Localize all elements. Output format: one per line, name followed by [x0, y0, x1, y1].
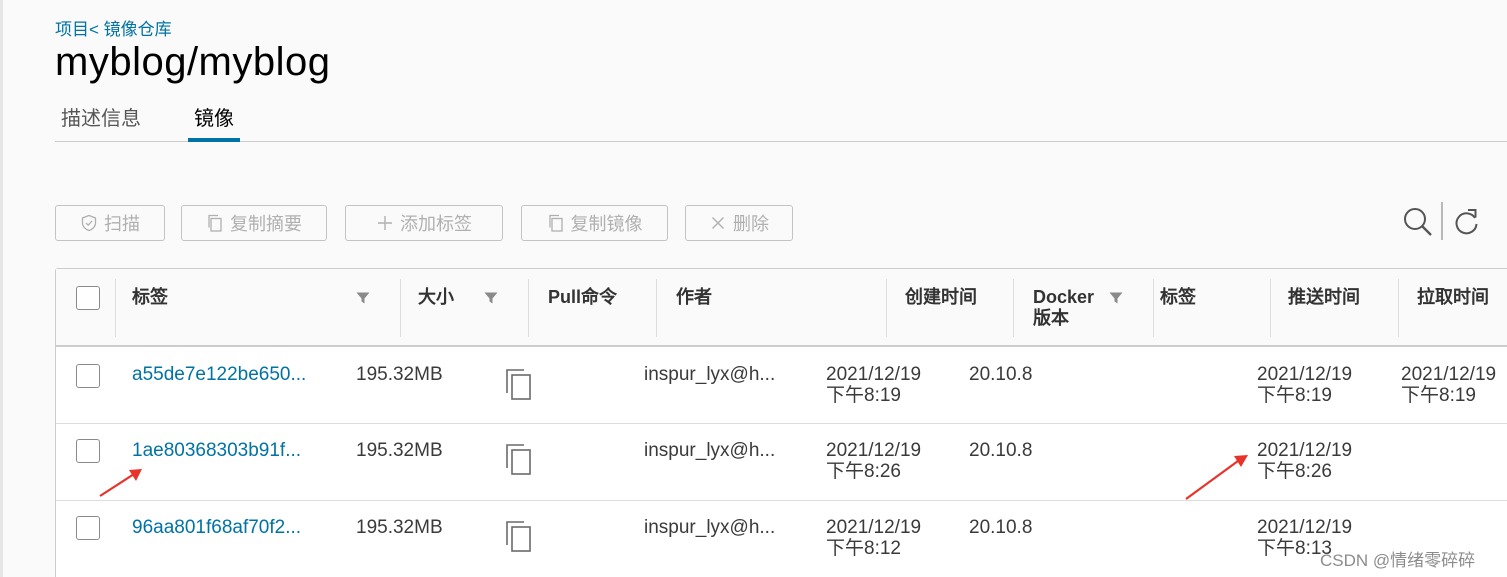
column-header-pull-time[interactable]: 拉取时间 — [1417, 287, 1489, 308]
column-header-docker-version[interactable]: Docker 版本 — [1033, 287, 1094, 329]
copy-icon — [548, 214, 563, 232]
table-row[interactable]: 96aa801f68af70f2... 195.32MB inspur_lyx@… — [56, 501, 1507, 577]
column-header-author[interactable]: 作者 — [676, 287, 712, 308]
delete-button[interactable]: 删除 — [685, 205, 793, 241]
column-header-created[interactable]: 创建时间 — [905, 287, 977, 308]
push-time: 2021/12/19 下午8:19 — [1257, 364, 1352, 406]
copy-digest-button[interactable]: 复制摘要 — [181, 205, 327, 241]
created-date: 2021/12/19 — [826, 364, 922, 385]
pull-time: 2021/12/19 下午8:19 — [1401, 364, 1496, 406]
size-value: 195.32MB — [356, 517, 443, 538]
copy-image-label: 复制镜像 — [570, 214, 643, 234]
created-clock: 下午8:26 — [826, 461, 901, 482]
push-clock: 下午8:19 — [1257, 385, 1332, 406]
datagrid-header: 标签 大小 Pull命令 作者 创建时间 Docker 版本 标签 推送时间 拉… — [56, 269, 1507, 347]
pull-clock: 下午8:19 — [1401, 385, 1476, 406]
column-header-size[interactable]: 大小 — [418, 287, 454, 308]
copy-digest-label: 复制摘要 — [230, 214, 302, 234]
docker-version-value: 20.10.8 — [969, 364, 1033, 385]
column-divider — [1013, 279, 1014, 337]
copy-icon[interactable] — [504, 519, 534, 553]
close-icon — [712, 217, 724, 229]
copy-icon[interactable] — [504, 367, 534, 401]
docker-version-value: 20.10.8 — [969, 517, 1033, 538]
table-row[interactable]: 1ae80368303b91f... 195.32MB inspur_lyx@h… — [56, 424, 1507, 501]
author-value: inspur_lyx@h... — [644, 440, 776, 461]
created-time: 2021/12/19 下午8:19 — [826, 364, 921, 406]
table-row[interactable]: a55de7e122be650... 195.32MB inspur_lyx@h… — [56, 347, 1507, 424]
tab-description[interactable]: 描述信息 — [61, 102, 141, 142]
column-divider — [115, 279, 116, 337]
author-value: inspur_lyx@h... — [644, 364, 776, 385]
row-checkbox[interactable] — [76, 439, 100, 463]
filter-icon[interactable] — [484, 292, 498, 304]
column-header-pull-command[interactable]: Pull命令 — [548, 287, 617, 308]
select-all-checkbox[interactable] — [76, 286, 100, 310]
tag-digest-link[interactable]: a55de7e122be650... — [132, 364, 306, 385]
push-clock: 下午8:26 — [1257, 461, 1332, 482]
search-icon[interactable] — [1402, 204, 1434, 240]
delete-label: 删除 — [733, 214, 769, 234]
window-edge — [0, 0, 3, 577]
filter-icon[interactable] — [356, 292, 370, 304]
copy-image-button[interactable]: 复制镜像 — [521, 205, 668, 241]
copy-icon — [208, 214, 222, 232]
created-clock: 下午8:12 — [826, 538, 901, 559]
docker-version-line1: Docker — [1033, 287, 1095, 307]
push-date: 2021/12/19 — [1257, 517, 1353, 538]
image-datagrid: 标签 大小 Pull命令 作者 创建时间 Docker 版本 标签 推送时间 拉… — [55, 268, 1507, 577]
push-time: 2021/12/19 下午8:26 — [1257, 440, 1352, 482]
add-label-label: 添加标签 — [400, 214, 472, 234]
column-divider — [1270, 279, 1271, 337]
scan-button[interactable]: 扫描 — [55, 205, 165, 241]
push-date: 2021/12/19 — [1257, 364, 1353, 385]
add-label-button[interactable]: 添加标签 — [345, 205, 503, 241]
tab-bar: 描述信息 镜像 — [55, 96, 1507, 142]
copy-icon[interactable] — [504, 442, 534, 476]
column-divider — [528, 279, 529, 337]
scan-label: 扫描 — [104, 214, 140, 234]
shield-icon — [81, 214, 97, 232]
filter-icon[interactable] — [1109, 292, 1123, 304]
tag-digest-link[interactable]: 1ae80368303b91f... — [132, 440, 301, 461]
created-date: 2021/12/19 — [826, 440, 922, 461]
size-value: 195.32MB — [356, 440, 443, 461]
push-date: 2021/12/19 — [1257, 440, 1353, 461]
row-checkbox[interactable] — [76, 516, 100, 540]
created-clock: 下午8:19 — [826, 385, 901, 406]
page-title: myblog/myblog — [55, 40, 331, 84]
column-header-push-time[interactable]: 推送时间 — [1288, 287, 1360, 308]
column-header-tag[interactable]: 标签 — [132, 287, 168, 308]
column-divider — [400, 279, 401, 337]
column-divider — [1398, 279, 1399, 337]
author-value: inspur_lyx@h... — [644, 517, 776, 538]
watermark: CSDN @情绪零碎碎 — [1320, 551, 1476, 570]
toolbar-divider — [1441, 202, 1443, 240]
tag-digest-link[interactable]: 96aa801f68af70f2... — [132, 517, 301, 538]
pull-date: 2021/12/19 — [1401, 364, 1497, 385]
tab-images[interactable]: 镜像 — [188, 102, 240, 142]
column-divider — [656, 279, 657, 337]
plus-icon — [378, 216, 392, 230]
annotation-arrow-icon — [99, 469, 142, 497]
created-time: 2021/12/19 下午8:26 — [826, 440, 921, 482]
column-header-labels[interactable]: 标签 — [1160, 287, 1196, 308]
created-date: 2021/12/19 — [826, 517, 922, 538]
column-divider — [886, 279, 887, 337]
created-time: 2021/12/19 下午8:12 — [826, 517, 921, 559]
docker-version-value: 20.10.8 — [969, 440, 1033, 461]
breadcrumb[interactable]: 项目< 镜像仓库 — [55, 15, 172, 40]
column-divider — [1153, 279, 1154, 337]
annotation-arrow-icon — [1185, 455, 1248, 500]
row-checkbox[interactable] — [76, 364, 100, 388]
docker-version-line2: 版本 — [1033, 308, 1069, 328]
refresh-icon[interactable] — [1452, 206, 1482, 238]
size-value: 195.32MB — [356, 364, 443, 385]
